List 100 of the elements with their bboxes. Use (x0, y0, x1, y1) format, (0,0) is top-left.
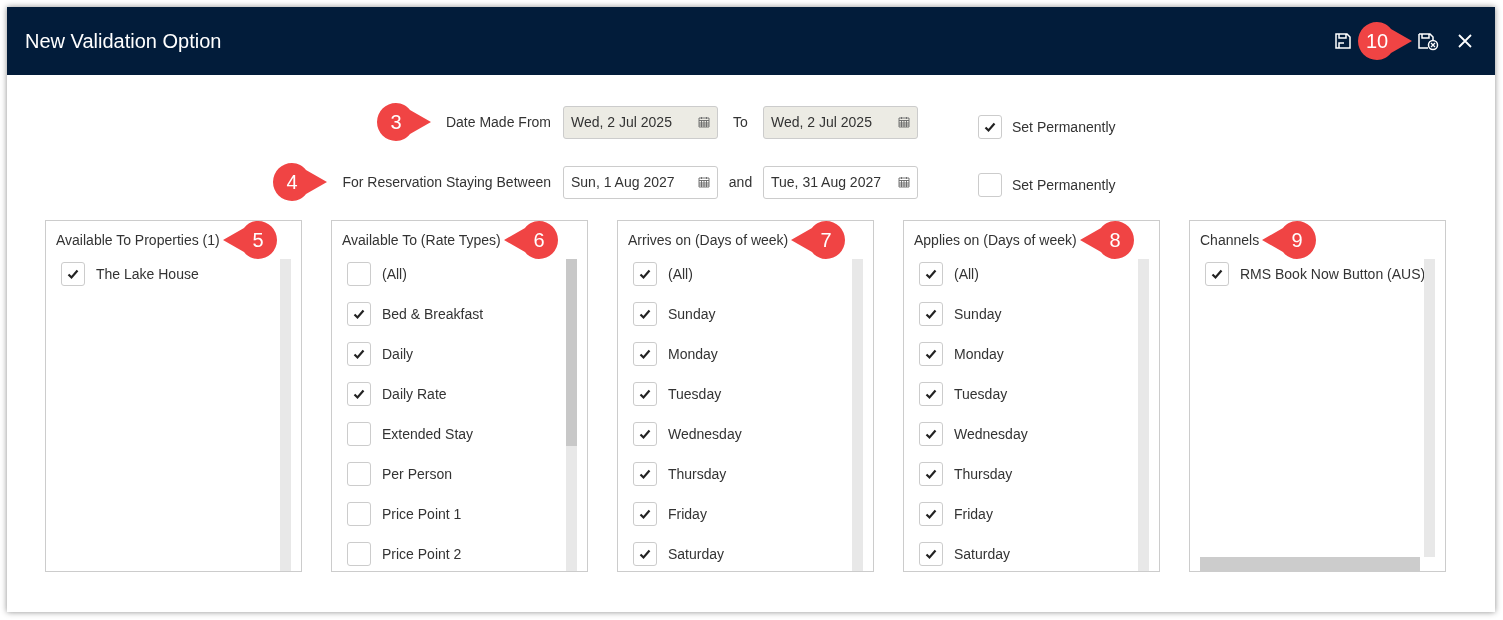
calendar-icon[interactable] (898, 116, 910, 128)
checkmark-icon (639, 348, 651, 360)
checkmark-icon (925, 348, 937, 360)
checkbox[interactable] (978, 172, 1002, 197)
checkbox-label: Thursday (954, 466, 1013, 482)
checkmark-icon (639, 308, 651, 320)
checkbox[interactable] (633, 542, 657, 566)
checkbox-label: Bed & Breakfast (382, 306, 484, 322)
save-cancel-icon[interactable] (1417, 31, 1439, 51)
scrollbar[interactable] (1138, 259, 1149, 571)
checkbox-label: Tuesday (954, 386, 1008, 402)
checkbox[interactable] (1205, 262, 1229, 286)
checkmark-icon (925, 468, 937, 480)
callout-marker: 7 (790, 221, 847, 260)
checkbox[interactable] (919, 462, 943, 486)
checkbox[interactable] (919, 262, 943, 286)
panel-title: Applies on (Days of week) (914, 232, 1077, 248)
checkbox-label: Set Permanently (1012, 176, 1116, 193)
checkbox-label: Saturday (954, 546, 1011, 562)
checkbox[interactable] (633, 462, 657, 486)
calendar-icon[interactable] (698, 176, 710, 188)
checkbox-label: Monday (954, 346, 1004, 362)
checkmark-icon (925, 508, 937, 520)
checkbox-label: (All) (954, 266, 979, 282)
checkmark-icon (639, 468, 651, 480)
checkmark-icon (67, 268, 79, 280)
checkbox-label: Extended Stay (382, 426, 474, 442)
checkbox-label: Saturday (668, 546, 725, 562)
checkbox-label: Thursday (668, 466, 727, 482)
callout-marker: 10 (1357, 21, 1413, 61)
checkbox-label: Friday (954, 506, 993, 522)
checkbox[interactable] (919, 302, 943, 326)
checkbox[interactable] (347, 342, 371, 366)
callout-marker: 6 (502, 221, 559, 260)
checkbox[interactable] (919, 422, 943, 446)
panel-title: Available To (Rate Types) (342, 232, 501, 248)
checkbox-label: Set Permanently (1012, 119, 1116, 135)
date-field[interactable]: Tue, 31 Aug 2027 (763, 165, 918, 199)
callout-marker: 9 (1261, 221, 1318, 260)
checkbox-label: Wednesday (668, 426, 742, 442)
checkbox-label: Daily Rate (382, 386, 447, 402)
checkbox[interactable] (633, 422, 657, 446)
checkbox[interactable] (347, 262, 371, 286)
checkbox[interactable] (919, 542, 943, 566)
scrollbar[interactable] (566, 259, 577, 571)
checkmark-icon (639, 268, 651, 280)
checkbox[interactable] (633, 502, 657, 526)
checkbox-label: (All) (668, 266, 693, 282)
checkbox[interactable] (347, 502, 371, 526)
checkbox[interactable] (919, 382, 943, 406)
scrollbar[interactable] (280, 259, 291, 571)
checkbox-label: Tuesday (668, 386, 722, 402)
checkbox-label: Price Point 2 (382, 546, 462, 562)
checkbox-label: Monday (668, 346, 718, 362)
field-label: For Reservation Staying Between (342, 174, 551, 190)
checkbox[interactable] (633, 342, 657, 366)
checkmark-icon (353, 308, 365, 320)
checkbox[interactable] (633, 382, 657, 406)
checkmark-icon (925, 428, 937, 440)
checkbox-label: Daily (382, 346, 414, 362)
checkmark-icon (639, 388, 651, 400)
panel-title: Available To Properties (1) (56, 232, 220, 248)
field-label: Date Made From (445, 114, 551, 130)
checkbox[interactable] (633, 262, 657, 286)
connector-label: To (732, 114, 749, 130)
checkmark-icon (925, 548, 937, 560)
checkmark-icon (925, 308, 937, 320)
checkbox[interactable] (919, 502, 943, 526)
checkbox[interactable] (633, 302, 657, 326)
checkmark-icon (1211, 268, 1223, 280)
checkbox[interactable] (919, 342, 943, 366)
checkmark-icon (925, 268, 937, 280)
checkmark-icon (639, 548, 651, 560)
checkbox-label: (All) (382, 266, 407, 282)
calendar-icon[interactable] (898, 176, 910, 188)
checkbox-label: Wednesday (954, 426, 1028, 442)
checkmark-icon (639, 428, 651, 440)
scrollbar[interactable] (852, 259, 863, 571)
checkbox[interactable] (347, 422, 371, 446)
checkmark-icon (353, 388, 365, 400)
close-icon[interactable] (1457, 33, 1473, 49)
checkbox-label: RMS Book Now Button (AUS) (1240, 266, 1424, 282)
checkbox[interactable] (347, 302, 371, 326)
checkmark-icon (353, 348, 365, 360)
callout-marker: 3 (375, 102, 432, 142)
checkbox[interactable] (347, 382, 371, 406)
connector-label: and (727, 174, 754, 190)
checkbox-label: Per Person (382, 466, 453, 482)
panel-title: Arrives on (Days of week) (628, 232, 789, 248)
save-icon[interactable] (1333, 31, 1353, 51)
date-field[interactable]: Sun, 1 Aug 2027 (563, 165, 718, 199)
checkbox[interactable] (347, 542, 371, 566)
checkbox-label: Sunday (954, 306, 1002, 322)
checkmark-icon (925, 388, 937, 400)
checkbox[interactable] (61, 262, 85, 286)
horizontal-scrollbar[interactable] (1200, 557, 1420, 571)
checkbox-label: The Lake House (96, 266, 199, 282)
panel-title: Channels (1200, 232, 1260, 248)
checkbox[interactable] (347, 462, 371, 486)
callout-marker: 5 (221, 221, 278, 260)
